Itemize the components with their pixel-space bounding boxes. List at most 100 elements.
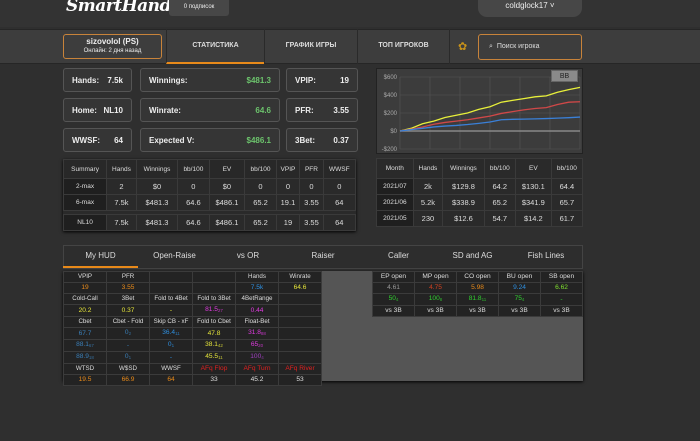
vs3b-value: 81.8: [468, 295, 482, 302]
player-card[interactable]: sizovolol (PS) Онлайн: 2 дня назад: [63, 34, 162, 59]
hud-cell: 02: [106, 327, 150, 340]
column-header: bb/100: [244, 159, 277, 179]
stat-card: Winrate: 64.6: [140, 98, 280, 122]
hud-tab[interactable]: Raiser: [285, 246, 361, 268]
vs3b-row: 504 1008 81.811 754-: [372, 293, 583, 306]
subscriptions-badge[interactable]: 0 подписок: [169, 0, 229, 16]
hud-tab[interactable]: Fish Lines: [509, 246, 583, 268]
hud-cell: 4BetRange: [235, 293, 279, 305]
hud-value: 33: [210, 376, 218, 383]
bb-toggle-button[interactable]: BB: [551, 70, 578, 82]
hud-cell: 0.44: [235, 304, 279, 317]
hud-value: Fold to Cbet: [197, 318, 231, 325]
gear-icon[interactable]: ✿: [458, 40, 467, 53]
table-cell: 3.55: [299, 194, 324, 211]
hud-cell: 1004: [235, 351, 279, 364]
stat-label: Winnings:: [149, 75, 188, 85]
table-row: 2021/05 230 $12.6 54.7 $14.2 61.7: [376, 210, 584, 227]
table-cell: $338.9: [442, 194, 485, 211]
stat-value: $486.1: [246, 135, 271, 145]
hud-value: 53: [296, 376, 304, 383]
hud-cell: WWSF: [149, 363, 193, 375]
table-cell: 2021/05: [376, 210, 414, 227]
table-cell: 0: [275, 178, 301, 195]
stat-label: WWSF:: [72, 135, 100, 145]
table-cell: 0: [177, 178, 210, 195]
hud-value: 66.9: [121, 376, 135, 383]
column-header: Winnings: [442, 158, 485, 179]
table-row: 2021/06 5.2k $338.9 65.2 $341.9 65.7: [376, 194, 584, 211]
hud-value: Fold to 4Bet: [154, 295, 188, 302]
hud-tab[interactable]: My HUD: [63, 246, 138, 268]
tab-game-graph[interactable]: ГРАФИК ИГРЫ: [264, 29, 357, 64]
hud-tab[interactable]: SD and AG: [436, 246, 509, 268]
open-value: 4.61: [372, 282, 415, 294]
hud-cell: 7.5k: [235, 282, 279, 294]
hud-cell: Fold to 3Bet: [192, 293, 236, 305]
user-menu[interactable]: coldglock17 ˅: [478, 0, 582, 17]
hud-tab[interactable]: vs OR: [211, 246, 285, 268]
tab-statistics[interactable]: СТАТИСТИКА: [166, 29, 264, 64]
hud-tab[interactable]: Open-Raise: [138, 246, 211, 268]
hud-value: Winrate: [289, 273, 311, 280]
table-cell: 64.6: [177, 194, 210, 211]
hud-cell: 31.888: [235, 327, 279, 340]
hud-value: 64.6: [293, 284, 307, 291]
vs3b-cell: -: [540, 293, 583, 306]
hud-value: 100: [250, 353, 262, 360]
hud-value: Cbet: [78, 318, 92, 325]
table-cell: 19.1: [275, 194, 301, 211]
y-tick-label: $200: [384, 111, 398, 117]
stat-value: 7.5k: [107, 75, 123, 85]
vs3b-value: -: [560, 295, 563, 303]
hud-row: 19 3.55 7.5k 64.6: [63, 282, 322, 294]
hud-cell: 3.55: [106, 282, 150, 294]
hud-cell: -: [106, 339, 150, 352]
column-header: Winnings: [135, 159, 179, 179]
hud-value: 3.55: [121, 284, 135, 291]
table-cell: 64.2: [483, 178, 516, 195]
open-value: 4.75: [414, 282, 457, 294]
hud-cell: 01: [106, 351, 150, 364]
hud-value: 88.9: [76, 353, 89, 360]
hud-row: Cold-Call 3Bet Fold to 4Bet Fold to 3Bet 4Be…: [63, 293, 322, 305]
hud-cell: [149, 271, 193, 283]
logo[interactable]: SmartHand: [66, 0, 171, 16]
hud-value: Cbet - Fold: [112, 318, 144, 325]
sample-size: 18: [88, 355, 94, 360]
hud-value: -: [126, 341, 130, 349]
hud-cell: 0.37: [106, 304, 150, 317]
tab-top-players[interactable]: ТОП ИГРОКОВ: [357, 29, 450, 64]
hud-cell: PFR: [106, 271, 150, 283]
hud-cell: [192, 271, 236, 283]
table-cell: 65.2: [483, 194, 516, 211]
stat-value: 3.55: [333, 105, 349, 115]
table-cell: $14.2: [514, 210, 552, 227]
summary-table: Summary Hands Winnings bb/100 EV bb/100 VPIP PF…: [62, 159, 357, 231]
hud-cell: 88.918: [63, 351, 107, 364]
hud-value: 31.8: [248, 329, 261, 336]
hud-cell: 67.7: [63, 327, 107, 340]
position-header: CO open: [456, 271, 499, 283]
stat-card: WWSF: 64: [63, 128, 132, 152]
stat-value: 19: [340, 75, 349, 85]
hud-cell: [278, 316, 322, 328]
stat-label: Hands:: [72, 75, 100, 85]
hud-cell: 64: [149, 374, 193, 386]
hud-value: 7.5k: [250, 284, 264, 291]
hud-value: 19.5: [78, 376, 92, 383]
hud-value: 20.2: [78, 306, 92, 314]
position-header: MP open: [414, 271, 457, 283]
hud-value: 4BetRange: [241, 295, 273, 302]
open-row: 4.61 4.75 5.98 9.24 6.62: [372, 282, 583, 294]
table-cell: 65.2: [244, 214, 277, 231]
table-row: NL10 7.5k $481.3 64.6 $486.1 65.2 19 3.55 64: [62, 214, 357, 231]
hud-cell: 47.8: [192, 327, 236, 340]
search-input[interactable]: ⌕ Поиск игрока: [478, 34, 582, 60]
hud-cell: W$SD: [106, 363, 150, 375]
sample-size: 1: [128, 355, 132, 360]
hud-value: W$SD: [119, 365, 137, 372]
hud-tab[interactable]: Caller: [361, 246, 436, 268]
column-header: EV: [514, 158, 552, 179]
open-value: 6.62: [540, 282, 583, 294]
